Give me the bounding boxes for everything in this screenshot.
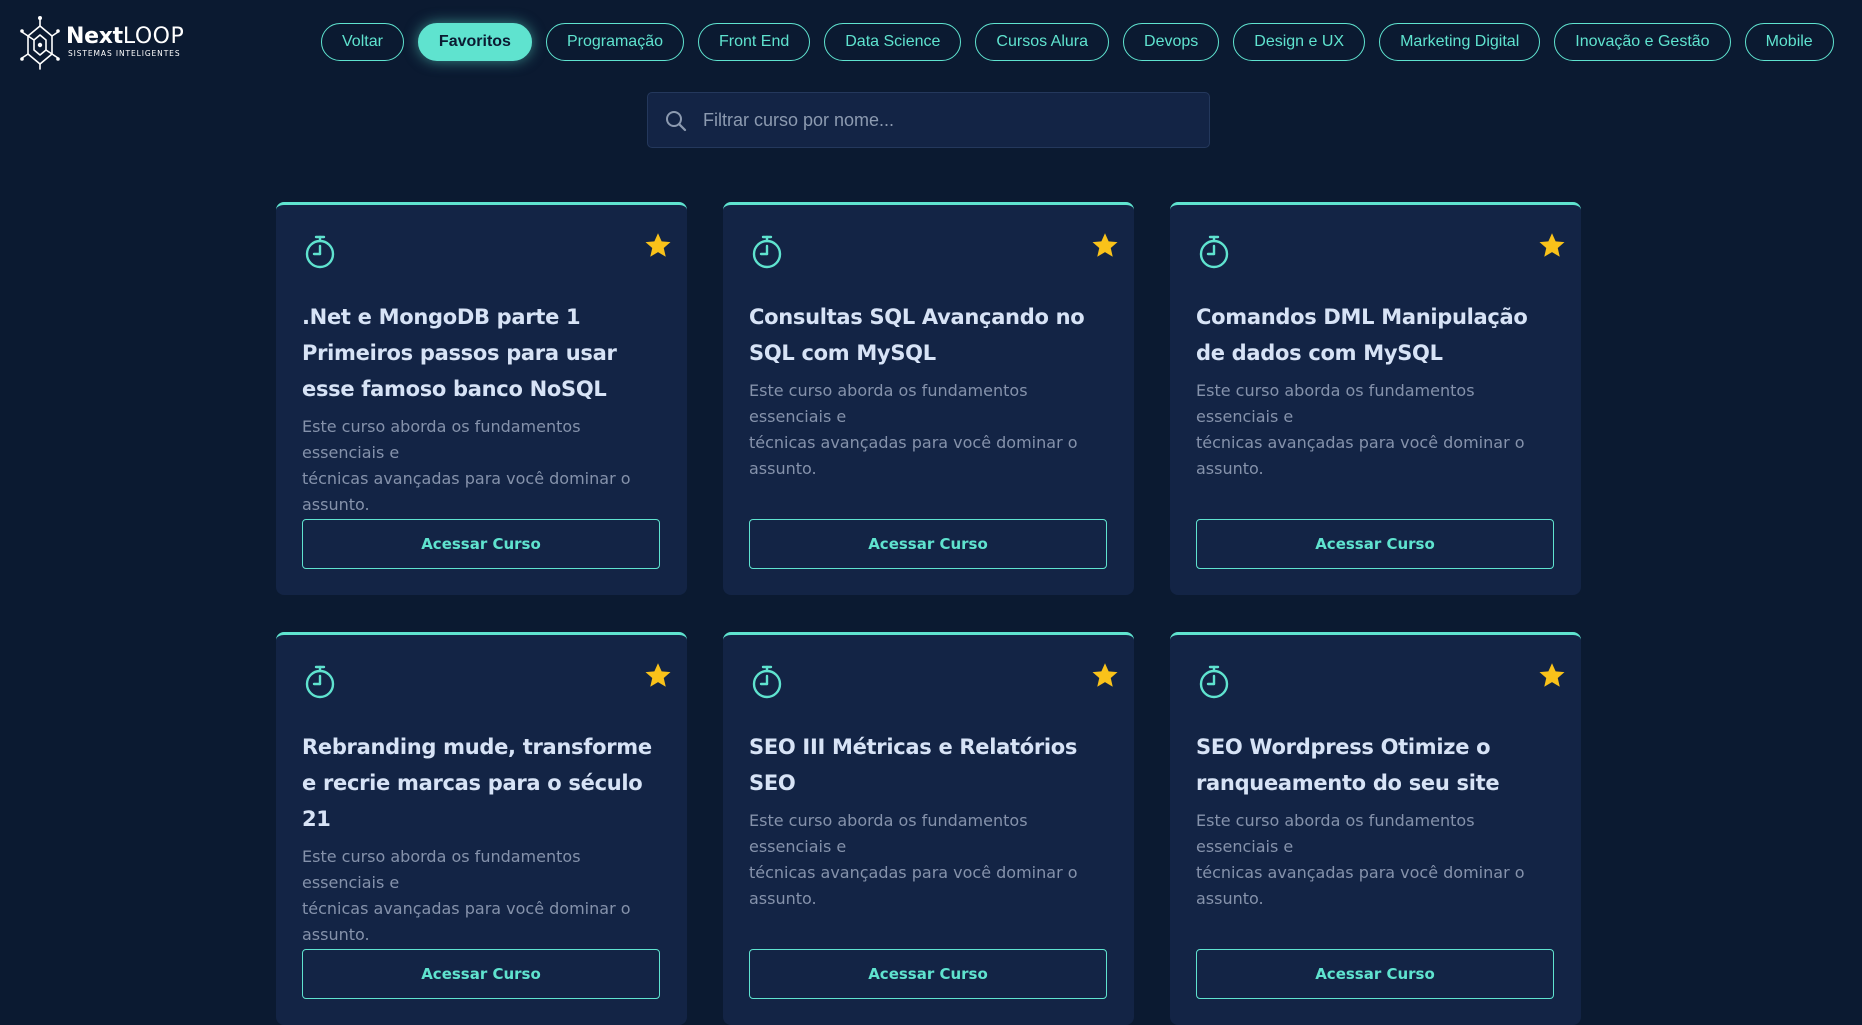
logo-brand-bold: Next xyxy=(66,24,123,49)
course-description-line: Este curso aborda os fundamentos essenci… xyxy=(1196,811,1475,856)
nav-button-inovacao-e-gestao[interactable]: Inovação e Gestão xyxy=(1554,23,1731,61)
circuit-logo-icon xyxy=(20,16,60,70)
course-title-line: esse famoso banco NoSQL xyxy=(302,377,607,401)
course-description-line: técnicas avançadas para você dominar o xyxy=(1196,433,1525,452)
access-course-button[interactable]: Acessar Curso xyxy=(749,949,1107,999)
course-title: Consultas SQL Avançando no SQL com MySQL xyxy=(749,299,1099,371)
logo-tagline: SISTEMAS INTELIGENTES xyxy=(68,49,181,58)
stopwatch-icon xyxy=(1196,234,1232,270)
course-title: SEO III Métricas e Relatórios SEO xyxy=(749,729,1099,801)
course-description: Este curso aborda os fundamentos essenci… xyxy=(302,414,662,518)
course-description-line: assunto. xyxy=(1196,459,1264,478)
nav-button-design-e-ux[interactable]: Design e UX xyxy=(1233,23,1366,61)
access-course-button[interactable]: Acessar Curso xyxy=(302,949,660,999)
logo-text: NextLOOP SISTEMAS INTELIGENTES xyxy=(66,25,184,59)
search-bar xyxy=(647,92,1210,148)
course-card: .Net e MongoDB parte 1 Primeiros passos p… xyxy=(276,202,687,595)
course-title-line: SEO Wordpress Otimize o xyxy=(1196,735,1491,759)
favorite-star-icon[interactable] xyxy=(1090,661,1120,691)
course-title-line: SEO xyxy=(749,771,796,795)
access-course-button[interactable]: Acessar Curso xyxy=(302,519,660,569)
course-description-line: técnicas avançadas para você dominar o xyxy=(1196,863,1525,882)
nav-button-data-science[interactable]: Data Science xyxy=(824,23,962,61)
access-course-button[interactable]: Acessar Curso xyxy=(1196,519,1554,569)
course-description-line: técnicas avançadas para você dominar o xyxy=(749,433,1078,452)
course-description-line: assunto. xyxy=(749,459,817,478)
course-card: SEO Wordpress Otimize o ranqueamento do s… xyxy=(1170,632,1581,1025)
course-title-line: Primeiros passos para usar xyxy=(302,341,617,365)
course-title-line: Comandos DML Manipulação xyxy=(1196,305,1528,329)
course-title-line: e recrie marcas para o século xyxy=(302,771,643,795)
nav-button-marketing-digital[interactable]: Marketing Digital xyxy=(1379,23,1541,61)
course-title-line: ranqueamento do seu site xyxy=(1196,771,1500,795)
course-description-line: assunto. xyxy=(302,495,370,514)
course-description-line: assunto. xyxy=(749,889,817,908)
course-description-line: Este curso aborda os fundamentos essenci… xyxy=(1196,381,1475,426)
course-description-line: assunto. xyxy=(302,925,370,944)
course-description-line: Este curso aborda os fundamentos essenci… xyxy=(302,417,581,462)
course-description: Este curso aborda os fundamentos essenci… xyxy=(749,378,1109,482)
logo[interactable]: NextLOOP SISTEMAS INTELIGENTES xyxy=(20,14,184,70)
course-title-line: .Net e MongoDB parte 1 xyxy=(302,305,581,329)
course-title-line: de dados com MySQL xyxy=(1196,341,1443,365)
nav-button-favoritos[interactable]: Favoritos xyxy=(417,23,532,61)
course-title-line: Consultas SQL Avançando no xyxy=(749,305,1085,329)
stopwatch-icon xyxy=(1196,664,1232,700)
course-title: Comandos DML Manipulação de dados com MyS… xyxy=(1196,299,1546,371)
access-course-button[interactable]: Acessar Curso xyxy=(749,519,1107,569)
stopwatch-icon xyxy=(302,664,338,700)
course-description-line: Este curso aborda os fundamentos essenci… xyxy=(749,381,1028,426)
favorite-star-icon[interactable] xyxy=(1537,661,1567,691)
course-title-line: SEO III Métricas e Relatórios xyxy=(749,735,1078,759)
category-nav: Voltar Favoritos Programação Front End Data … xyxy=(321,23,1834,61)
nav-button-cursos-alura[interactable]: Cursos Alura xyxy=(975,23,1110,61)
favorite-star-icon[interactable] xyxy=(643,661,673,691)
course-description-line: assunto. xyxy=(1196,889,1264,908)
course-description-line: técnicas avançadas para você dominar o xyxy=(302,899,631,918)
course-description: Este curso aborda os fundamentos essenci… xyxy=(749,808,1109,912)
logo-brand: NextLOOP xyxy=(66,25,184,49)
header: NextLOOP SISTEMAS INTELIGENTES Voltar Fav… xyxy=(0,0,1862,84)
logo-brand-light: LOOP xyxy=(122,24,185,49)
favorite-star-icon[interactable] xyxy=(643,231,673,261)
course-card: Comandos DML Manipulação de dados com MyS… xyxy=(1170,202,1581,595)
favorite-star-icon[interactable] xyxy=(1090,231,1120,261)
nav-button-voltar[interactable]: Voltar xyxy=(321,23,404,61)
search-input[interactable] xyxy=(703,93,1193,147)
course-title: SEO Wordpress Otimize o ranqueamento do s… xyxy=(1196,729,1546,801)
course-title-line: 21 xyxy=(302,807,331,831)
nav-button-programacao[interactable]: Programação xyxy=(545,23,684,61)
stopwatch-icon xyxy=(749,664,785,700)
course-title-line: Rebranding mude, transforme xyxy=(302,735,652,759)
course-description: Este curso aborda os fundamentos essenci… xyxy=(1196,808,1556,912)
course-description: Este curso aborda os fundamentos essenci… xyxy=(1196,378,1556,482)
course-description-line: Este curso aborda os fundamentos essenci… xyxy=(302,847,581,892)
course-title: Rebranding mude, transforme e recrie marc… xyxy=(302,729,652,837)
course-description: Este curso aborda os fundamentos essenci… xyxy=(302,844,662,948)
course-title-line: SQL com MySQL xyxy=(749,341,936,365)
nav-button-devops[interactable]: Devops xyxy=(1123,23,1220,61)
favorite-star-icon[interactable] xyxy=(1537,231,1567,261)
course-card: Consultas SQL Avançando no SQL com MySQL E… xyxy=(723,202,1134,595)
stopwatch-icon xyxy=(749,234,785,270)
course-card: SEO III Métricas e Relatórios SEO Este cur… xyxy=(723,632,1134,1025)
stopwatch-icon xyxy=(302,234,338,270)
course-description-line: técnicas avançadas para você dominar o xyxy=(302,469,631,488)
course-description-line: Este curso aborda os fundamentos essenci… xyxy=(749,811,1028,856)
course-title: .Net e MongoDB parte 1 Primeiros passos p… xyxy=(302,299,652,407)
nav-button-mobile[interactable]: Mobile xyxy=(1744,23,1834,61)
course-description-line: técnicas avançadas para você dominar o xyxy=(749,863,1078,882)
nav-button-front-end[interactable]: Front End xyxy=(697,23,811,61)
search-icon xyxy=(666,111,687,132)
course-card: Rebranding mude, transforme e recrie marc… xyxy=(276,632,687,1025)
access-course-button[interactable]: Acessar Curso xyxy=(1196,949,1554,999)
